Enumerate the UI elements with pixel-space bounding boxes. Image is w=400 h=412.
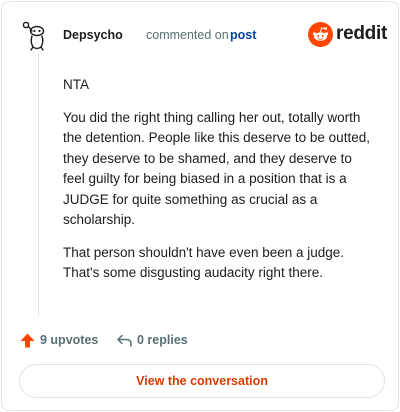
comment-paragraph: You did the right thing calling her out,… bbox=[63, 109, 370, 228]
thread-line bbox=[38, 54, 39, 316]
reply-count: 0 replies bbox=[137, 333, 188, 347]
comment-stats: 9 upvotes 0 replies bbox=[19, 329, 389, 351]
user-avatar-icon[interactable] bbox=[22, 19, 52, 51]
reddit-wordmark: reddit bbox=[336, 23, 387, 44]
post-link[interactable]: post bbox=[230, 28, 256, 42]
comment-body: NTA You did the right thing calling her … bbox=[63, 75, 373, 296]
upvote-arrow-icon[interactable] bbox=[19, 332, 36, 349]
reddit-logo[interactable]: reddit bbox=[308, 22, 387, 48]
comment-card: Depsycho commented on post reddit NTA Yo… bbox=[1, 1, 399, 411]
comment-header: Depsycho commented on post reddit bbox=[22, 19, 387, 55]
comment-paragraph: NTA bbox=[63, 77, 89, 92]
upvote-count: 9 upvotes bbox=[40, 333, 99, 347]
reply-arrow-icon[interactable] bbox=[116, 332, 133, 349]
comment-paragraph: That person shouldn't have even been a j… bbox=[63, 244, 345, 281]
comment-author[interactable]: Depsycho bbox=[63, 28, 123, 42]
comment-action-text: commented on bbox=[146, 28, 229, 42]
reddit-alien-icon bbox=[308, 22, 333, 47]
view-conversation-button[interactable]: View the conversation bbox=[19, 364, 385, 398]
